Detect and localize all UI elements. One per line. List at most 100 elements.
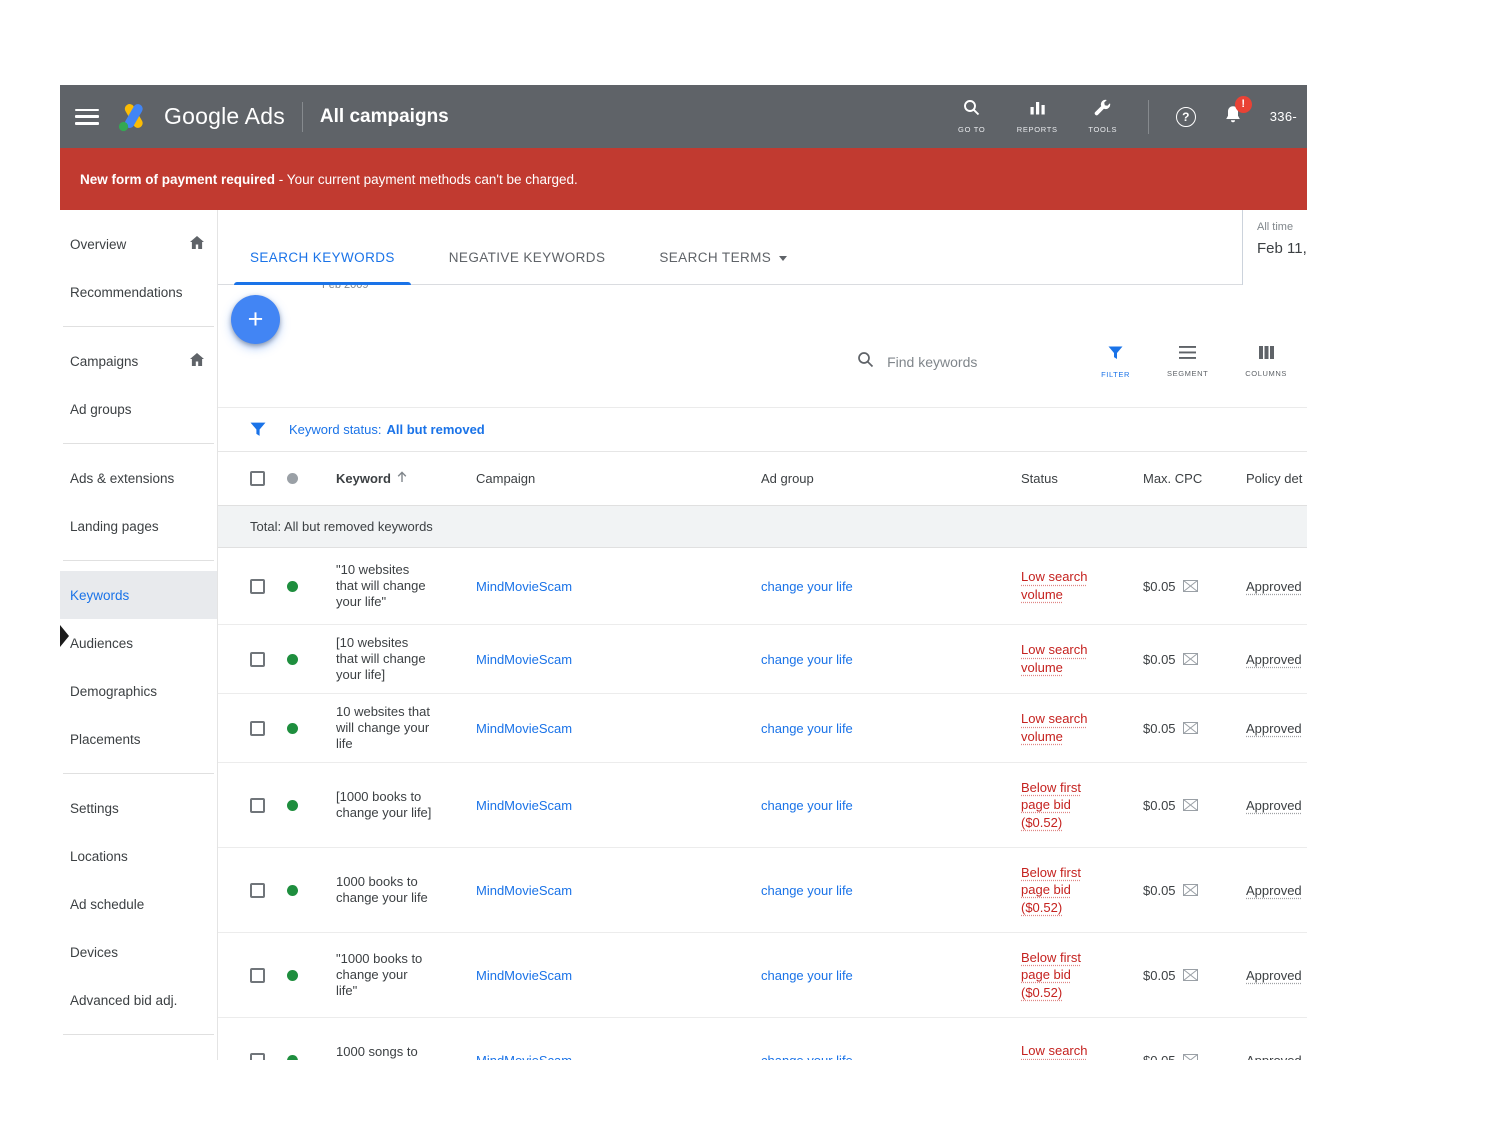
ad-group-link[interactable]: change your life xyxy=(761,721,853,736)
keywords-tab-bar: SEARCH KEYWORDS NEGATIVE KEYWORDS SEARCH… xyxy=(218,210,1307,285)
sidebar-item-overview[interactable]: Overview xyxy=(60,220,217,268)
payment-alert-banner[interactable]: New form of payment required - Your curr… xyxy=(60,148,1307,210)
edit-bid-icon[interactable] xyxy=(1182,722,1198,734)
ad-group-link[interactable]: change your life xyxy=(761,579,853,594)
keyword-status[interactable]: Below first page bid ($0.52) xyxy=(1021,950,1081,1000)
keyword-status[interactable]: Low search volume xyxy=(1021,1043,1087,1060)
notification-badge: ! xyxy=(1234,95,1252,113)
add-keyword-button[interactable]: + xyxy=(231,295,280,344)
date-range-value: Feb 11, 2 xyxy=(1257,240,1307,257)
enabled-status-dot[interactable] xyxy=(287,580,298,592)
policy-status[interactable]: Approved xyxy=(1246,579,1302,594)
sidebar-item-ads-extensions[interactable]: Ads & extensions xyxy=(60,454,217,502)
keyword-status[interactable]: Low search volume xyxy=(1021,711,1087,744)
help-icon[interactable]: ? xyxy=(1175,106,1196,127)
notifications-bell-icon[interactable]: ! xyxy=(1223,95,1252,130)
policy-status[interactable]: Approved xyxy=(1246,721,1302,736)
edit-bid-icon[interactable] xyxy=(1182,799,1198,811)
policy-status[interactable]: Approved xyxy=(1246,798,1302,813)
column-header-ad-group[interactable]: Ad group xyxy=(761,471,1021,486)
ad-group-link[interactable]: change your life xyxy=(761,883,853,898)
ad-group-link[interactable]: change your life xyxy=(761,968,853,983)
policy-status[interactable]: Approved xyxy=(1246,968,1302,983)
hamburger-menu-icon[interactable] xyxy=(75,108,99,125)
campaign-link[interactable]: MindMovieScam xyxy=(476,968,572,983)
sidebar-item-devices[interactable]: Devices xyxy=(60,928,217,976)
find-keywords-search[interactable] xyxy=(857,351,1022,373)
tab-search-terms[interactable]: SEARCH TERMS xyxy=(643,250,803,284)
campaign-link[interactable]: MindMovieScam xyxy=(476,721,572,736)
policy-status[interactable]: Approved xyxy=(1246,1053,1302,1061)
search-input[interactable] xyxy=(887,354,1008,370)
policy-status[interactable]: Approved xyxy=(1246,652,1302,667)
tools-button[interactable]: TOOLS xyxy=(1085,99,1121,134)
select-all-checkbox[interactable] xyxy=(250,471,265,486)
campaign-link[interactable]: MindMovieScam xyxy=(476,1053,572,1061)
sidebar-item-settings[interactable]: Settings xyxy=(60,784,217,832)
column-header-status[interactable]: Status xyxy=(1021,470,1143,488)
sidebar-item-advanced-bid-adj[interactable]: Advanced bid adj. xyxy=(60,976,217,1024)
sidebar-item-campaigns[interactable]: Campaigns xyxy=(60,337,217,385)
account-id[interactable]: 336- xyxy=(1270,109,1297,124)
column-header-policy[interactable]: Policy det xyxy=(1246,471,1307,486)
sidebar-item-keywords[interactable]: Keywords xyxy=(60,571,217,619)
tab-negative-keywords[interactable]: NEGATIVE KEYWORDS xyxy=(433,250,622,284)
date-range-selector[interactable]: All time Feb 11, 2 xyxy=(1242,210,1307,285)
enabled-status-dot[interactable] xyxy=(287,722,298,734)
sidebar-item-placements[interactable]: Placements xyxy=(60,715,217,763)
topbar-divider xyxy=(1147,99,1149,134)
sidebar-item-landing-pages[interactable]: Landing pages xyxy=(60,502,217,550)
google-ads-logo-icon[interactable] xyxy=(117,102,151,132)
keyword-status[interactable]: Below first page bid ($0.52) xyxy=(1021,780,1081,830)
table-row: 1000 songs to change your life MindMovie… xyxy=(218,1018,1307,1060)
row-checkbox[interactable] xyxy=(250,578,265,594)
row-checkbox[interactable] xyxy=(250,967,265,983)
sidebar-item-audiences[interactable]: Audiences xyxy=(60,619,217,667)
edit-bid-icon[interactable] xyxy=(1182,653,1198,665)
keyword-status[interactable]: Below first page bid ($0.52) xyxy=(1021,865,1081,915)
tab-search-keywords[interactable]: SEARCH KEYWORDS xyxy=(234,250,411,285)
table-row: [10 websites that will change your life]… xyxy=(218,625,1307,694)
topbar-divider xyxy=(301,101,303,132)
edit-bid-icon[interactable] xyxy=(1182,969,1198,981)
edit-bid-icon[interactable] xyxy=(1182,884,1198,896)
sidebar-item-demographics[interactable]: Demographics xyxy=(60,667,217,715)
ad-group-link[interactable]: change your life xyxy=(761,652,853,667)
ad-group-link[interactable]: change your life xyxy=(761,1053,853,1061)
filter-button[interactable]: FILTER xyxy=(1101,346,1130,379)
ad-group-link[interactable]: change your life xyxy=(761,798,853,813)
sidebar-item-locations[interactable]: Locations xyxy=(60,832,217,880)
column-header-campaign[interactable]: Campaign xyxy=(476,471,761,486)
row-checkbox[interactable] xyxy=(250,651,265,667)
enabled-status-dot[interactable] xyxy=(287,799,298,811)
filter-chip-value[interactable]: All but removed xyxy=(387,422,485,437)
column-header-max-cpc[interactable]: Max. CPC xyxy=(1143,471,1246,486)
row-checkbox[interactable] xyxy=(250,1052,265,1060)
enabled-status-dot[interactable] xyxy=(287,884,298,896)
column-header-keyword[interactable]: Keyword xyxy=(336,471,476,487)
segment-button[interactable]: SEGMENT xyxy=(1167,346,1208,378)
campaign-link[interactable]: MindMovieScam xyxy=(476,883,572,898)
columns-button[interactable]: COLUMNS xyxy=(1245,346,1287,378)
policy-status[interactable]: Approved xyxy=(1246,883,1302,898)
row-checkbox[interactable] xyxy=(250,882,265,898)
sidebar-item-recommendations[interactable]: Recommendations xyxy=(60,268,217,316)
panel-collapse-marker[interactable] xyxy=(60,625,69,647)
edit-bid-icon[interactable] xyxy=(1182,580,1198,592)
keyword-status[interactable]: Low search volume xyxy=(1021,569,1087,602)
enabled-status-dot[interactable] xyxy=(287,969,298,981)
campaign-link[interactable]: MindMovieScam xyxy=(476,579,572,594)
enabled-status-dot[interactable] xyxy=(287,653,298,665)
enabled-status-dot[interactable] xyxy=(287,1054,298,1060)
reports-button[interactable]: REPORTS xyxy=(1017,99,1058,134)
campaign-link[interactable]: MindMovieScam xyxy=(476,798,572,813)
sidebar-item-ad-schedule[interactable]: Ad schedule xyxy=(60,880,217,928)
campaign-link[interactable]: MindMovieScam xyxy=(476,652,572,667)
keyword-status[interactable]: Low search volume xyxy=(1021,642,1087,675)
go-to-button[interactable]: GO TO xyxy=(954,99,990,134)
sidebar-divider xyxy=(63,443,214,444)
row-checkbox[interactable] xyxy=(250,797,265,813)
edit-bid-icon[interactable] xyxy=(1182,1054,1198,1060)
sidebar-item-ad-groups[interactable]: Ad groups xyxy=(60,385,217,433)
row-checkbox[interactable] xyxy=(250,720,265,736)
